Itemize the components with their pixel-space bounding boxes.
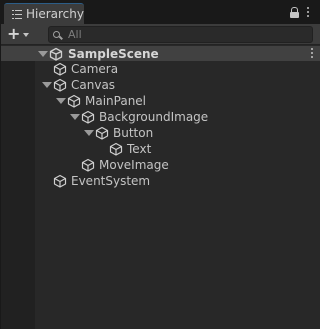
tree-item-moveimage[interactable]: MoveImage	[69, 157, 169, 173]
tree-item-label: Camera	[71, 62, 119, 76]
search-icon	[53, 30, 64, 40]
tree-gutter	[1, 46, 35, 329]
tab-bar: Hierarchy	[1, 0, 320, 24]
tree-item-eventsystem[interactable]: EventSystem	[41, 173, 150, 189]
search-field[interactable]: All	[48, 26, 313, 43]
tree-item-label: Text	[127, 142, 152, 156]
expand-arrow-icon[interactable]	[55, 95, 67, 107]
hierarchy-tree: SampleScene Camera Canvas MainPanel Backgro…	[1, 46, 320, 329]
scene-label: SampleScene	[68, 46, 159, 61]
tab-hierarchy[interactable]: Hierarchy	[4, 3, 84, 24]
scene-header-row[interactable]: SampleScene	[1, 46, 320, 61]
tree-item-label: Canvas	[71, 78, 116, 92]
gameobject-cube-icon	[53, 174, 67, 188]
expand-arrow-icon[interactable]	[41, 79, 53, 91]
tree-item-label: BackgroundImage	[99, 110, 209, 124]
tree-item-mainpanel[interactable]: MainPanel	[55, 93, 146, 109]
tree-item-camera[interactable]: Camera	[41, 61, 118, 77]
expand-arrow-icon[interactable]	[83, 127, 95, 139]
gameobject-cube-icon	[109, 142, 123, 156]
hierarchy-toolbar: + All	[1, 24, 320, 45]
tree-item-label: MainPanel	[85, 94, 147, 108]
lock-icon[interactable]	[290, 7, 299, 18]
scene-kebab-menu-icon[interactable]	[310, 48, 314, 59]
unity-logo-icon	[49, 47, 63, 61]
tree-item-button[interactable]: Button	[83, 125, 153, 141]
tab-title: Hierarchy	[25, 7, 84, 21]
list-icon	[12, 9, 22, 19]
gameobject-cube-icon	[95, 126, 109, 140]
tree-item-label: MoveImage	[99, 158, 169, 172]
kebab-menu-icon[interactable]	[306, 7, 310, 18]
gameobject-cube-icon	[81, 110, 95, 124]
hierarchy-window: Hierarchy + All SampleScene Camera Canva…	[0, 0, 320, 329]
gameobject-cube-icon	[53, 62, 67, 76]
create-button[interactable]: +	[7, 26, 37, 42]
tree-item-label: EventSystem	[71, 174, 151, 188]
tree-item-canvas[interactable]: Canvas	[41, 77, 115, 93]
scene-item[interactable]: SampleScene	[37, 46, 159, 61]
plus-icon: +	[7, 24, 21, 43]
gameobject-cube-icon	[67, 94, 81, 108]
expand-arrow-icon[interactable]	[69, 111, 81, 123]
gameobject-cube-icon	[81, 158, 95, 172]
search-placeholder: All	[68, 28, 82, 41]
tree-item-label: Button	[113, 126, 154, 140]
expand-arrow-icon[interactable]	[37, 48, 49, 60]
caret-down-icon	[23, 32, 29, 37]
tree-item-text[interactable]: Text	[97, 141, 151, 157]
gameobject-cube-icon	[53, 78, 67, 92]
tree-item-backgroundimage[interactable]: BackgroundImage	[69, 109, 208, 125]
